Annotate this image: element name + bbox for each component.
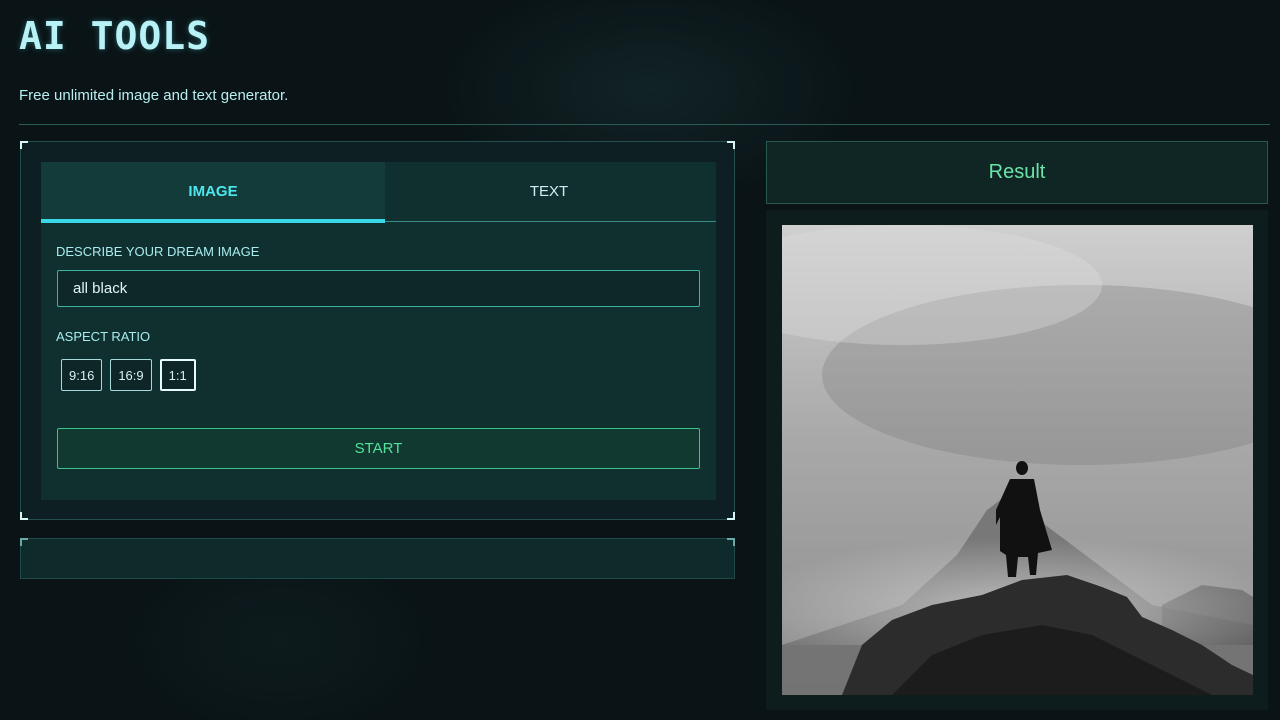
header-divider bbox=[19, 124, 1270, 125]
result-image[interactable] bbox=[782, 225, 1253, 695]
corner-mark bbox=[727, 512, 735, 520]
app-title: AI TOOLS bbox=[19, 14, 211, 58]
result-title: Result bbox=[766, 141, 1268, 204]
generated-image bbox=[782, 225, 1253, 695]
corner-mark bbox=[20, 512, 28, 520]
secondary-panel bbox=[20, 538, 735, 579]
tab-image[interactable]: IMAGE bbox=[41, 162, 385, 223]
corner-mark bbox=[20, 141, 28, 149]
corner-mark bbox=[20, 538, 28, 546]
aspect-ratio-label: ASPECT RATIO bbox=[56, 329, 151, 344]
corner-mark bbox=[727, 538, 735, 546]
mode-tabs: IMAGE TEXT bbox=[41, 162, 716, 223]
prompt-label: DESCRIBE YOUR DREAM IMAGE bbox=[56, 244, 260, 259]
generator-form: IMAGE TEXT DESCRIBE YOUR DREAM IMAGE ASP… bbox=[41, 162, 716, 500]
corner-mark bbox=[727, 141, 735, 149]
prompt-input[interactable] bbox=[57, 270, 700, 307]
aspect-ratio-group: 9:16 16:9 1:1 bbox=[61, 359, 196, 391]
generator-panel: IMAGE TEXT DESCRIBE YOUR DREAM IMAGE ASP… bbox=[20, 141, 735, 520]
ratio-16-9-button[interactable]: 16:9 bbox=[110, 359, 152, 391]
app-subtitle: Free unlimited image and text generator. bbox=[19, 87, 289, 104]
ratio-9-16-button[interactable]: 9:16 bbox=[61, 359, 103, 391]
ratio-1-1-button[interactable]: 1:1 bbox=[159, 359, 196, 391]
result-panel bbox=[766, 210, 1268, 710]
tab-text[interactable]: TEXT bbox=[377, 162, 721, 221]
start-button[interactable]: START bbox=[57, 428, 700, 469]
